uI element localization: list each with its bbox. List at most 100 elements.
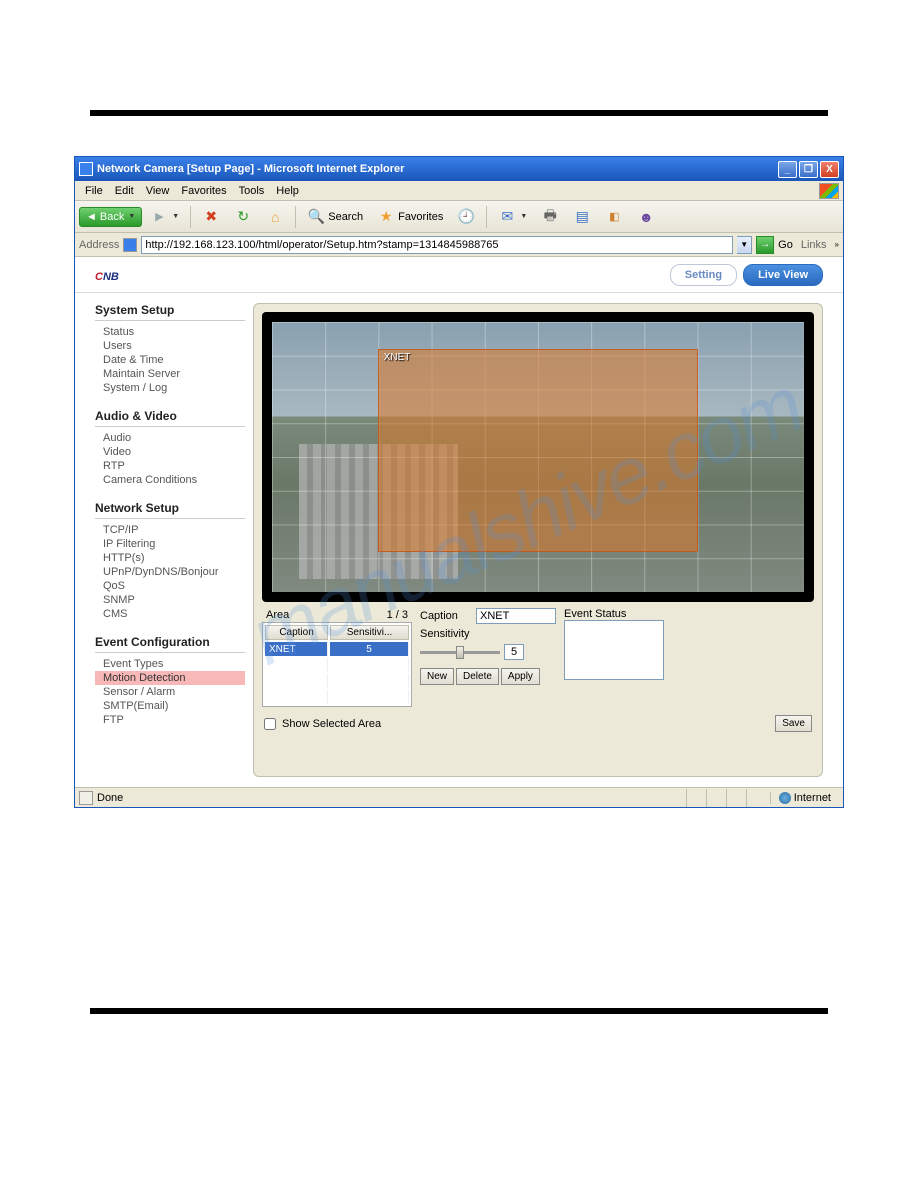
- discuss-icon: ◧: [605, 208, 623, 226]
- search-button[interactable]: 🔍Search: [301, 205, 369, 229]
- messenger-button[interactable]: ☻: [631, 205, 661, 229]
- back-arrow-icon: ◄: [86, 211, 97, 223]
- sidebar-item-eventtypes[interactable]: Event Types: [95, 657, 245, 671]
- sidebar-item-audio[interactable]: Audio: [95, 431, 245, 445]
- menu-bar: File Edit View Favorites Tools Help: [75, 181, 843, 201]
- toolbar: ◄ Back ▼ ▶▼ ✖ ↻ ⌂ 🔍Search ★Favorites 🕘 ✉…: [75, 201, 843, 233]
- sidebar-item-https[interactable]: HTTP(s): [95, 551, 245, 565]
- sidebar-item-datetime[interactable]: Date & Time: [95, 353, 245, 367]
- refresh-button[interactable]: ↻: [228, 205, 258, 229]
- menu-file[interactable]: File: [79, 183, 109, 199]
- home-icon: ⌂: [266, 208, 284, 226]
- cnb-logo: CNB: [95, 263, 119, 286]
- back-button[interactable]: ◄ Back ▼: [79, 207, 142, 227]
- sidebar-title-av: Audio & Video: [95, 409, 245, 427]
- sidebar-item-ftp[interactable]: FTP: [95, 713, 245, 727]
- video-preview[interactable]: XNET: [262, 312, 814, 602]
- setting-button[interactable]: Setting: [670, 264, 737, 286]
- links-label[interactable]: Links: [797, 239, 831, 251]
- address-dropdown-button[interactable]: ▼: [737, 236, 752, 254]
- mail-button[interactable]: ✉▼: [492, 205, 533, 229]
- sidebar-item-sensor[interactable]: Sensor / Alarm: [95, 685, 245, 699]
- controls-row: Area 1 / 3 Caption Sensitivi... XNET 5: [262, 608, 814, 707]
- sidebar-item-cms[interactable]: CMS: [95, 607, 245, 621]
- area-row-empty[interactable]: [265, 658, 409, 672]
- main-area: System Setup Status Users Date & Time Ma…: [75, 293, 843, 787]
- delete-button[interactable]: Delete: [456, 668, 499, 685]
- address-input[interactable]: [141, 236, 733, 254]
- maximize-button[interactable]: ❐: [799, 161, 818, 178]
- area-row-empty[interactable]: [265, 690, 409, 704]
- forward-button[interactable]: ▶▼: [144, 205, 185, 229]
- menu-help[interactable]: Help: [270, 183, 305, 199]
- sidebar-item-syslog[interactable]: System / Log: [95, 381, 245, 395]
- page-header: CNB Setting Live View: [75, 257, 843, 293]
- form-button-row: New Delete Apply: [420, 668, 556, 685]
- sidebar-item-ipfilter[interactable]: IP Filtering: [95, 537, 245, 551]
- close-button[interactable]: X: [820, 161, 839, 178]
- new-button[interactable]: New: [420, 668, 454, 685]
- save-button[interactable]: Save: [775, 715, 812, 732]
- ie-icon: [79, 162, 93, 176]
- col-sensitivity[interactable]: Sensitivi...: [330, 625, 409, 640]
- menu-edit[interactable]: Edit: [109, 183, 140, 199]
- area-row-selected[interactable]: XNET 5: [265, 642, 409, 656]
- sidebar-item-video[interactable]: Video: [95, 445, 245, 459]
- sensitivity-label: Sensitivity: [420, 628, 556, 640]
- menu-tools[interactable]: Tools: [233, 183, 271, 199]
- sidebar-item-snmp[interactable]: SNMP: [95, 593, 245, 607]
- sidebar-item-rtp[interactable]: RTP: [95, 459, 245, 473]
- show-selected-checkbox[interactable]: [264, 718, 276, 730]
- page-icon: [123, 238, 137, 252]
- address-label: Address: [79, 239, 119, 251]
- globe-icon: [779, 792, 791, 804]
- messenger-icon: ☻: [637, 208, 655, 226]
- window-titlebar[interactable]: Network Camera [Setup Page] - Microsoft …: [75, 157, 843, 181]
- event-status-label: Event Status: [564, 608, 664, 620]
- apply-button[interactable]: Apply: [501, 668, 540, 685]
- history-icon: 🕘: [457, 208, 475, 226]
- slider-thumb[interactable]: [456, 646, 464, 659]
- sensitivity-slider[interactable]: [420, 651, 500, 654]
- sensitivity-slider-row: 5: [420, 644, 556, 660]
- sidebar-item-smtp[interactable]: SMTP(Email): [95, 699, 245, 713]
- print-button[interactable]: 🖶: [535, 205, 565, 229]
- menu-view[interactable]: View: [140, 183, 176, 199]
- discuss-button[interactable]: ◧: [599, 205, 629, 229]
- window-title: Network Camera [Setup Page] - Microsoft …: [97, 163, 776, 175]
- edit-button[interactable]: ▤: [567, 205, 597, 229]
- menu-favorites[interactable]: Favorites: [175, 183, 232, 199]
- sidebar-item-users[interactable]: Users: [95, 339, 245, 353]
- sidebar-item-maintain[interactable]: Maintain Server: [95, 367, 245, 381]
- star-icon: ★: [377, 208, 395, 226]
- go-button[interactable]: →: [756, 236, 774, 254]
- history-button[interactable]: 🕘: [451, 205, 481, 229]
- sidebar-item-qos[interactable]: QoS: [95, 579, 245, 593]
- page-content: CNB Setting Live View System Setup Statu…: [75, 257, 843, 787]
- col-caption[interactable]: Caption: [265, 625, 328, 640]
- area-row-empty[interactable]: [265, 674, 409, 688]
- sidebar-title-system: System Setup: [95, 303, 245, 321]
- sidebar-item-motion[interactable]: Motion Detection: [95, 671, 245, 685]
- caption-input[interactable]: [476, 608, 556, 624]
- favorites-button[interactable]: ★Favorites: [371, 205, 449, 229]
- security-zone[interactable]: Internet: [770, 792, 839, 804]
- sidebar-item-tcpip[interactable]: TCP/IP: [95, 523, 245, 537]
- forward-dropdown-icon[interactable]: ▼: [172, 213, 179, 220]
- mail-dropdown-icon[interactable]: ▼: [520, 213, 527, 220]
- motion-detection-area[interactable]: [378, 349, 697, 552]
- stop-button[interactable]: ✖: [196, 205, 226, 229]
- sidebar-item-upnp[interactable]: UPnP/DynDNS/Bonjour: [95, 565, 245, 579]
- links-chevron-icon[interactable]: »: [835, 240, 839, 249]
- back-dropdown-icon[interactable]: ▼: [128, 213, 135, 220]
- live-view-button[interactable]: Live View: [743, 264, 823, 286]
- edit-icon: ▤: [573, 208, 591, 226]
- sidebar-item-status[interactable]: Status: [95, 325, 245, 339]
- search-icon: 🔍: [307, 208, 325, 226]
- sidebar-item-camera[interactable]: Camera Conditions: [95, 473, 245, 487]
- page-bottom-rule: [90, 1008, 828, 1014]
- minimize-button[interactable]: _: [778, 161, 797, 178]
- mail-icon: ✉: [498, 208, 516, 226]
- home-button[interactable]: ⌂: [260, 205, 290, 229]
- browser-window: Network Camera [Setup Page] - Microsoft …: [74, 156, 844, 808]
